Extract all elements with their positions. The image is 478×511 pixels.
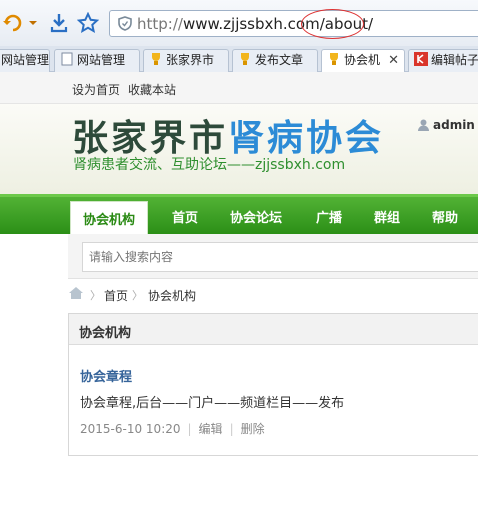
set-homepage-link[interactable]: 设为首页 [72,81,120,98]
user-icon [418,119,429,134]
close-icon[interactable]: ✕ [388,50,399,71]
url-protocol: http:// [137,15,183,33]
breadcrumb-separator: 〉 [132,289,143,302]
username: admin [433,118,475,132]
content-panel: 协会机构 协会章程 协会章程,后台——门户——频道栏目——发布 2015-6-1… [68,313,478,456]
tab-label: 发布文章 [255,53,304,67]
nav-item-help[interactable]: 帮助 [432,207,458,226]
tab-site-admin-2[interactable]: 网站管理 [54,49,140,72]
tab-publish-article[interactable]: 发布文章 [232,49,318,72]
site-top-links: 设为首页 收藏本站 [0,72,478,104]
article-summary: 协会章程,后台——门户——频道栏目——发布 [80,396,345,411]
tab-label: 网站管理 [77,53,126,67]
tab-site-admin-1[interactable]: 网站管理 [0,49,50,72]
nav-item-groups[interactable]: 群组 [374,207,400,226]
trophy-icon [327,52,341,66]
edit-app-icon [414,52,428,66]
nav-item-home[interactable]: 首页 [172,207,198,226]
nav-item-broadcast[interactable]: 广播 [316,207,342,226]
page-icon [60,52,74,66]
site-tagline: 肾病患者交流、互助论坛——zjjssbxh.com [73,157,346,173]
tab-label: 编辑帖子 [431,53,478,67]
download-icon[interactable] [48,12,72,34]
favorites-star-icon[interactable] [76,11,101,34]
logo-text-association: 肾病协会 [228,118,385,159]
security-shield-icon [118,16,132,34]
edit-link[interactable]: 编辑 [199,422,223,436]
trophy-icon [149,52,163,66]
browser-tab-strip: 网站管理 网站管理 张家界市 发布文章 协会机 ✕ 编辑帖子 [0,46,478,73]
annotation-circle [301,9,364,39]
undo-back-icon[interactable] [2,12,37,34]
nav-item-forum[interactable]: 协会论坛 [230,207,282,226]
article-date: 2015-6-10 10:20 [80,422,181,436]
panel-title: 协会机构 [69,314,478,345]
site-header: 张家界市肾病协会 肾病患者交流、互助论坛——zjjssbxh.com admin [0,104,478,194]
article-title-link[interactable]: 协会章程 [80,366,132,385]
delete-link[interactable]: 删除 [241,422,265,436]
user-menu[interactable]: admin [418,118,475,134]
bookmark-site-link[interactable]: 收藏本站 [128,81,176,98]
tab-label: 协会机 [344,53,381,67]
meta-divider: | [187,422,192,436]
tab-label: 张家界市 [166,53,215,67]
logo-text-city: 张家界市 [72,118,229,159]
main-nav: 协会机构 首页 协会论坛 广播 群组 帮助 [0,194,478,234]
breadcrumb-separator: 〉 [90,289,101,302]
breadcrumb-current[interactable]: 协会机构 [148,287,196,304]
browser-toolbar: http://www.zjjssbxh.com/about/ [0,0,478,46]
home-icon[interactable] [68,286,84,303]
article-meta: 2015-6-10 10:20 | 编辑 | 删除 [80,420,265,437]
search-input[interactable] [82,242,478,272]
tab-association[interactable]: 协会机 ✕ [321,49,405,73]
nav-item-association[interactable]: 协会机构 [70,201,149,234]
address-bar[interactable]: http://www.zjjssbxh.com/about/ [109,9,478,39]
search-bar [68,234,478,279]
tab-label: 网站管理 [1,53,50,67]
trophy-icon [238,52,252,66]
meta-divider: | [229,422,234,436]
tab-edit-post[interactable]: 编辑帖子 [408,49,478,72]
tab-zhangjiajie[interactable]: 张家界市 [143,49,229,72]
breadcrumb-home[interactable]: 首页 [104,287,128,304]
